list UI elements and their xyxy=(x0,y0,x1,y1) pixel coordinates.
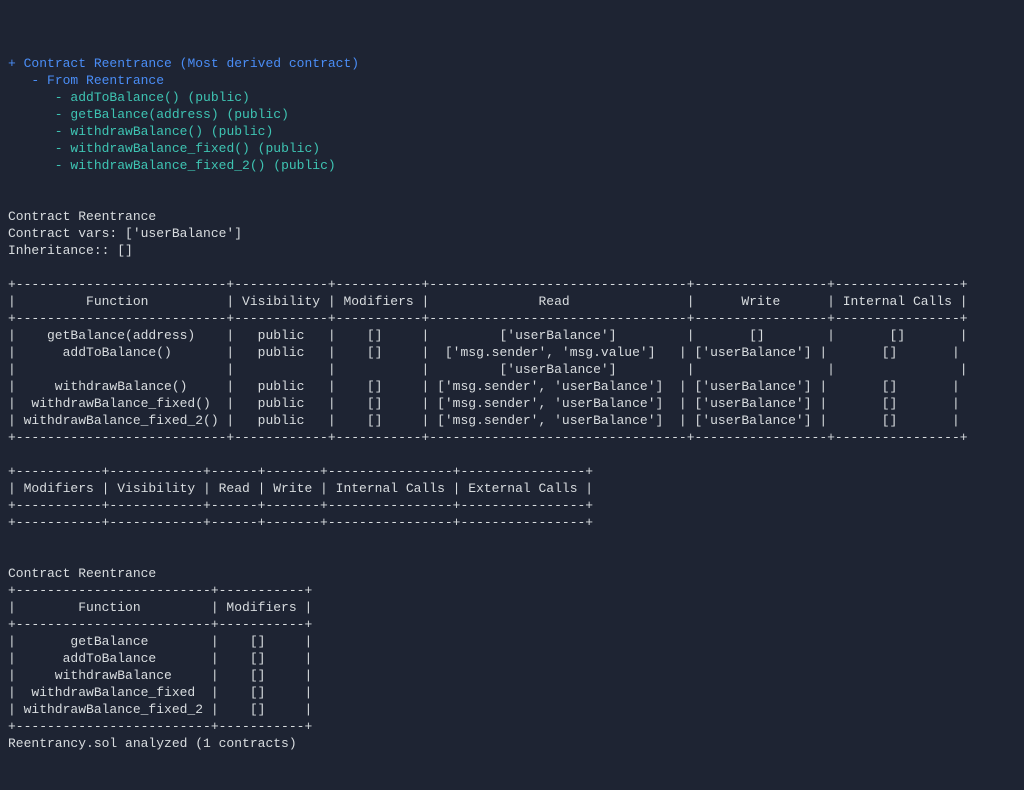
table2-border: +-----------+------------+------+-------… xyxy=(8,464,593,479)
table1-row: | getBalance(address) | public | [] | ['… xyxy=(8,328,968,343)
tree-fn-dash-1: - xyxy=(8,107,70,122)
table1-border: +---------------------------+-----------… xyxy=(8,311,968,326)
tree-fn-vis-2: (public) xyxy=(203,124,273,139)
footer-line: Reentrancy.sol analyzed (1 contracts) xyxy=(8,736,297,751)
tree-fn-dash-0: - xyxy=(8,90,70,105)
tree-fn-name-3: withdrawBalance_fixed() xyxy=(70,141,249,156)
tree-fn-dash-4: - xyxy=(8,158,70,173)
tree-root-plus: + xyxy=(8,56,24,71)
summary-inh: Inheritance:: [] xyxy=(8,243,133,258)
table2-header: | Modifiers | Visibility | Read | Write … xyxy=(8,481,593,496)
table1-row: | withdrawBalance() | public | [] | ['ms… xyxy=(8,379,960,394)
table3-border: +-------------------------+-----------+ xyxy=(8,719,312,734)
tree-fn-dash-3: - xyxy=(8,141,70,156)
tree-fn-name-2: withdrawBalance() xyxy=(70,124,203,139)
tree-fn-vis-1: (public) xyxy=(219,107,289,122)
table3-header: | Function | Modifiers | xyxy=(8,600,312,615)
table3-row: | withdrawBalance | [] | xyxy=(8,668,312,683)
summary2-title: Contract Reentrance xyxy=(8,566,156,581)
table3-row: | withdrawBalance_fixed | [] | xyxy=(8,685,312,700)
tree-fn-vis-0: (public) xyxy=(180,90,250,105)
table1-row: | | | | ['userBalance'] | | | xyxy=(8,362,968,377)
tree-root-suffix: (Most derived contract) xyxy=(172,56,359,71)
tree-from-dash: - xyxy=(8,73,47,88)
tree-fn-vis-3: (public) xyxy=(250,141,320,156)
table3-border: +-------------------------+-----------+ xyxy=(8,583,312,598)
table1-row: | withdrawBalance_fixed_2() | public | [… xyxy=(8,413,960,428)
summary-vars: Contract vars: ['userBalance'] xyxy=(8,226,242,241)
tree-fn-vis-4: (public) xyxy=(265,158,335,173)
table2-border: +-----------+------------+------+-------… xyxy=(8,498,593,513)
table3-row: | getBalance | [] | xyxy=(8,634,312,649)
tree-fn-name-0: addToBalance() xyxy=(70,90,179,105)
table3-row: | addToBalance | [] | xyxy=(8,651,312,666)
tree-root-name: Contract Reentrance xyxy=(24,56,172,71)
table2-border: +-----------+------------+------+-------… xyxy=(8,515,593,530)
tree-fn-name-4: withdrawBalance_fixed_2() xyxy=(70,158,265,173)
table1-border: +---------------------------+-----------… xyxy=(8,430,968,445)
table1-header: | Function | Visibility | Modifiers | Re… xyxy=(8,294,968,309)
table3-border: +-------------------------+-----------+ xyxy=(8,617,312,632)
summary-title: Contract Reentrance xyxy=(8,209,156,224)
table3-row: | withdrawBalance_fixed_2 | [] | xyxy=(8,702,312,717)
table1-border: +---------------------------+-----------… xyxy=(8,277,968,292)
table1-row: | addToBalance() | public | [] | ['msg.s… xyxy=(8,345,960,360)
tree-fn-name-1: getBalance(address) xyxy=(70,107,218,122)
table1-row: | withdrawBalance_fixed() | public | [] … xyxy=(8,396,960,411)
tree-from-label: From Reentrance xyxy=(47,73,164,88)
tree-fn-dash-2: - xyxy=(8,124,70,139)
